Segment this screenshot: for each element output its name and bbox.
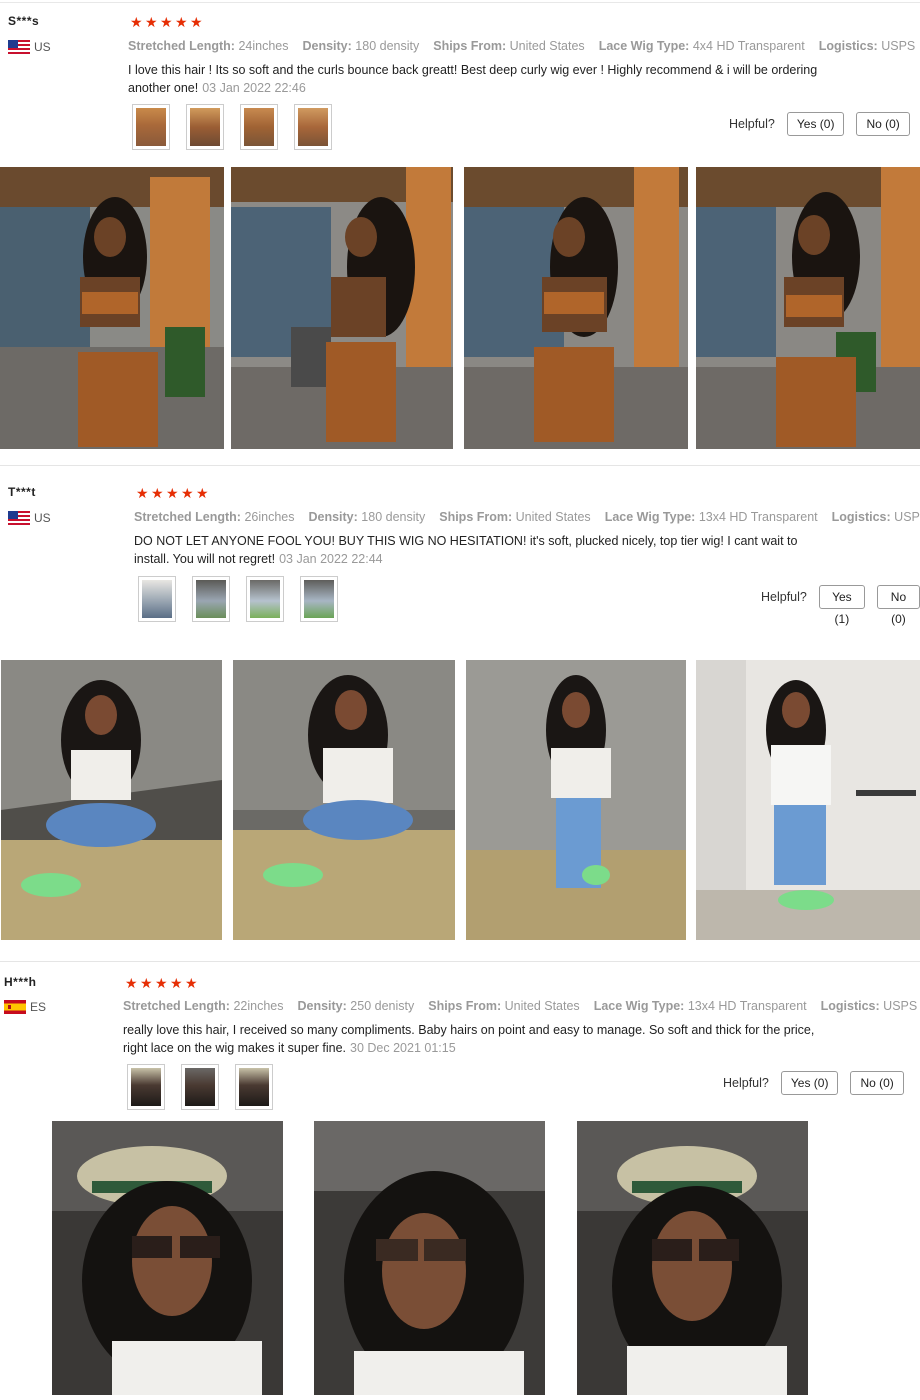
helpful-label: Helpful? <box>761 590 807 604</box>
star-icon: ★ <box>170 975 183 991</box>
attr-length: Stretched Length: 24inches <box>128 39 289 53</box>
review-photo[interactable] <box>1 660 222 940</box>
review-photo[interactable] <box>696 660 920 940</box>
review-divider <box>0 961 920 962</box>
review-date: 03 Jan 2022 22:46 <box>202 81 306 95</box>
helpful-controls: Helpful? Yes (0) No (0) <box>729 112 910 136</box>
us-flag-icon <box>8 40 30 54</box>
star-icon: ★ <box>160 14 173 30</box>
reviewer-country: US <box>8 40 51 54</box>
helpful-label: Helpful? <box>723 1076 769 1090</box>
review-thumbnail[interactable] <box>240 104 278 150</box>
rating-stars: ★ ★ ★ ★ ★ <box>125 975 198 991</box>
attr-density: Density: 250 denisty <box>297 999 415 1013</box>
top-divider <box>0 2 920 3</box>
helpful-no-button[interactable]: No (0) <box>850 1071 904 1095</box>
attr-ships-from: Ships From: United States <box>433 39 585 53</box>
review-photo[interactable] <box>466 660 686 940</box>
country-code: ES <box>30 1000 47 1014</box>
review-photo[interactable] <box>52 1121 283 1395</box>
attr-density: Density: 180 density <box>308 510 426 524</box>
country-code: US <box>34 511 51 525</box>
star-icon: ★ <box>190 14 203 30</box>
helpful-yes-button[interactable]: Yes (0) <box>780 1071 839 1095</box>
star-icon: ★ <box>196 485 209 501</box>
star-icon: ★ <box>166 485 179 501</box>
helpful-yes-button[interactable]: Yes (0) <box>786 112 845 136</box>
attr-logistics: Logistics: USPS <box>820 999 918 1013</box>
product-attributes: Stretched Length: 22inches Density: 250 … <box>123 999 917 1013</box>
attr-lace-type: Lace Wig Type: 4x4 HD Transparent <box>598 39 805 53</box>
country-code: US <box>34 40 51 54</box>
star-icon: ★ <box>175 14 188 30</box>
attr-lace-type: Lace Wig Type: 13x4 HD Transparent <box>604 510 818 524</box>
star-icon: ★ <box>145 14 158 30</box>
reviewer-country: US <box>8 511 51 525</box>
review-photo[interactable] <box>231 167 453 449</box>
review-thumbnail[interactable] <box>300 576 338 622</box>
rating-stars: ★ ★ ★ ★ ★ <box>130 14 203 30</box>
helpful-label: Helpful? <box>729 117 775 131</box>
review-thumbnail[interactable] <box>181 1064 219 1110</box>
star-icon: ★ <box>155 975 168 991</box>
review-thumbnail[interactable] <box>192 576 230 622</box>
star-icon: ★ <box>136 485 149 501</box>
reviewer-name: H***h <box>4 975 37 989</box>
review-divider <box>0 465 920 466</box>
review-photo[interactable] <box>314 1121 545 1395</box>
review-photo[interactable] <box>696 167 920 449</box>
helpful-no-button[interactable]: No (0) <box>856 112 910 136</box>
reviewer-name: S***s <box>8 14 40 28</box>
us-flag-icon <box>8 511 30 525</box>
helpful-controls: Helpful? Yes (1) No (0) <box>761 585 920 626</box>
thumbnail-strip <box>127 1064 273 1110</box>
review-date: 30 Dec 2021 01:15 <box>350 1041 456 1055</box>
review-text: DO NOT LET ANYONE FOOL YOU! BUY THIS WIG… <box>134 534 798 566</box>
rating-stars: ★ ★ ★ ★ ★ <box>136 485 209 501</box>
review-photo[interactable] <box>577 1121 808 1395</box>
star-icon: ★ <box>140 975 153 991</box>
review-thumbnail[interactable] <box>127 1064 165 1110</box>
star-icon: ★ <box>130 14 143 30</box>
review-thumbnail[interactable] <box>138 576 176 622</box>
review-thumbnail[interactable] <box>186 104 224 150</box>
attr-logistics: Logistics: USPS <box>818 39 916 53</box>
review-photo[interactable] <box>0 167 224 449</box>
attr-ships-from: Ships From: United States <box>439 510 591 524</box>
reviewer-name: T***t <box>8 485 36 499</box>
review-thumbnail[interactable] <box>294 104 332 150</box>
helpful-no-button[interactable]: No (0) <box>876 585 920 626</box>
review-thumbnail[interactable] <box>246 576 284 622</box>
review-thumbnail[interactable] <box>235 1064 273 1110</box>
review-text: I love this hair ! Its so soft and the c… <box>128 63 818 95</box>
attr-density: Density: 180 density <box>302 39 420 53</box>
helpful-yes-button[interactable]: Yes (1) <box>818 585 865 626</box>
review-text: really love this hair, I received so man… <box>123 1023 815 1055</box>
attr-lace-type: Lace Wig Type: 13x4 HD Transparent <box>593 999 807 1013</box>
product-attributes: Stretched Length: 24inches Density: 180 … <box>128 39 915 53</box>
star-icon: ★ <box>125 975 138 991</box>
star-icon: ★ <box>185 975 198 991</box>
review-thumbnail[interactable] <box>132 104 170 150</box>
reviewer-country: ES <box>4 1000 46 1014</box>
attr-length: Stretched Length: 22inches <box>123 999 284 1013</box>
helpful-controls: Helpful? Yes (0) No (0) <box>723 1071 904 1095</box>
review-photo[interactable] <box>464 167 688 449</box>
attr-length: Stretched Length: 26inches <box>134 510 295 524</box>
attr-logistics: Logistics: USPS <box>831 510 920 524</box>
attr-ships-from: Ships From: United States <box>428 999 580 1013</box>
star-icon: ★ <box>181 485 194 501</box>
star-icon: ★ <box>151 485 164 501</box>
es-flag-icon <box>4 1000 26 1014</box>
thumbnail-strip <box>132 104 332 150</box>
review-date: 03 Jan 2022 22:44 <box>279 552 383 566</box>
review-photo[interactable] <box>233 660 455 940</box>
thumbnail-strip <box>138 576 338 622</box>
product-attributes: Stretched Length: 26inches Density: 180 … <box>134 510 920 524</box>
